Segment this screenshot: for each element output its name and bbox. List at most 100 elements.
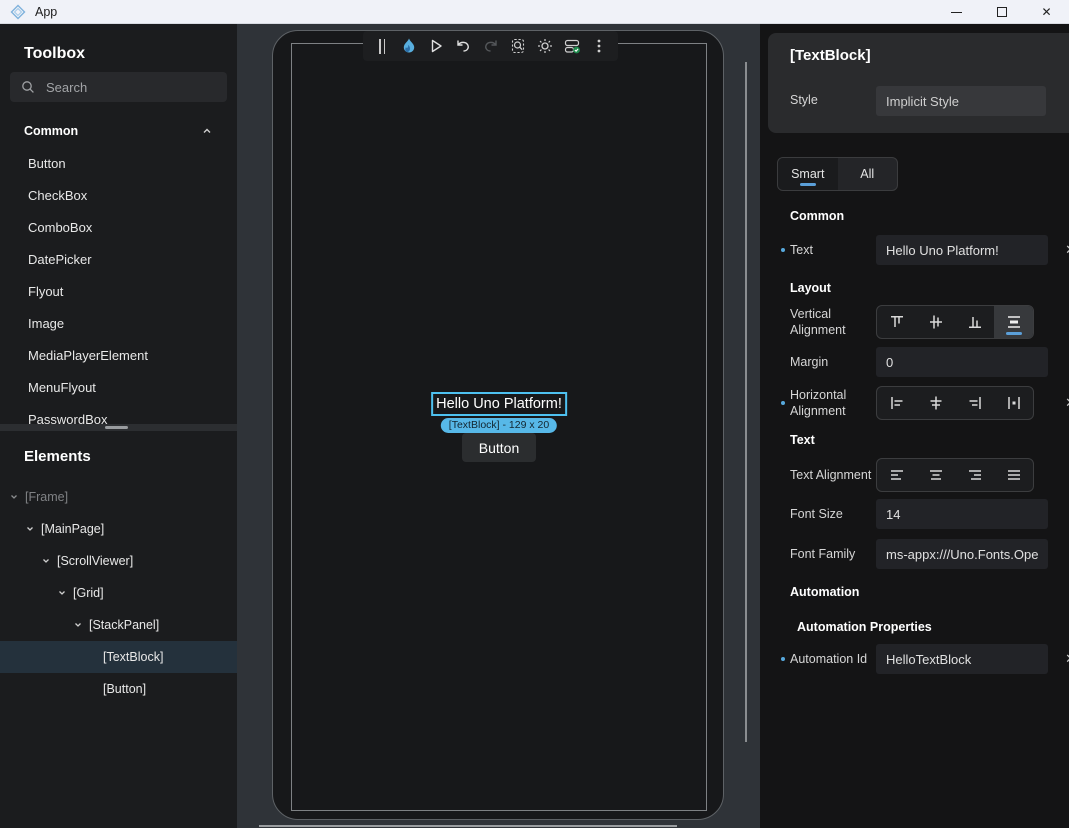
toolbox-item-menuflyout[interactable]: MenuFlyout (0, 371, 237, 403)
form-validation-icon[interactable] (560, 34, 584, 58)
section-layout: Layout (790, 280, 1069, 296)
font-size-label: Font Size (790, 506, 876, 522)
reset-property-icon[interactable]: ✕ (1065, 651, 1069, 667)
text-alignment-label: Text Alignment (790, 467, 876, 483)
minimize-icon (951, 12, 962, 13)
font-size-input[interactable] (876, 499, 1048, 529)
tree-node-frame[interactable]: [Frame] (0, 481, 237, 513)
textalign-justify-button[interactable] (994, 459, 1033, 491)
style-input[interactable] (876, 86, 1046, 116)
tree-node-scrollviewer[interactable]: [ScrollViewer] (0, 545, 237, 577)
close-button[interactable]: ✕ (1024, 0, 1069, 24)
property-row-font-family: Font Family (790, 539, 1069, 569)
elements-title: Elements (24, 448, 237, 466)
property-row-text: Text ✕ (790, 235, 1069, 265)
toolbox-item-flyout[interactable]: Flyout (0, 275, 237, 307)
toolbox-item-image[interactable]: Image (0, 307, 237, 339)
toolbox-item-combobox[interactable]: ComboBox (0, 211, 237, 243)
section-text: Text (790, 432, 1069, 448)
common-section-label: Common (24, 124, 78, 138)
property-row-margin: Margin (790, 347, 1069, 377)
elements-tree: [Frame] [MainPage] [ScrollViewer] [Grid]… (0, 481, 237, 705)
chevron-down-icon[interactable] (24, 523, 36, 535)
canvas-horizontal-scrollbar[interactable] (259, 825, 677, 827)
chevron-up-icon[interactable] (201, 125, 213, 137)
tree-node-grid[interactable]: [Grid] (0, 577, 237, 609)
maximize-button[interactable] (979, 0, 1024, 24)
more-options-icon[interactable] (587, 34, 611, 58)
toolbox-item-button[interactable]: Button (0, 147, 237, 179)
play-icon[interactable] (424, 34, 448, 58)
theme-toggle-icon[interactable] (533, 34, 557, 58)
tree-node-label: [StackPanel] (89, 618, 159, 632)
canvas-button-element[interactable]: Button (462, 433, 536, 462)
tree-node-label: [Button] (103, 682, 146, 696)
toolbox-section-common[interactable]: Common (24, 120, 213, 142)
tree-node-button[interactable]: [Button] (0, 673, 237, 705)
value-set-dot (781, 657, 785, 661)
selection-size-badge: [TextBlock] - 129 x 20 (441, 418, 557, 433)
chevron-down-icon[interactable] (8, 491, 20, 503)
chevron-down-icon[interactable] (40, 555, 52, 567)
inspector-tabs: Smart All (777, 157, 898, 191)
section-common: Common (790, 208, 1069, 224)
halign-right-button[interactable] (955, 387, 994, 419)
tree-node-stackpanel[interactable]: [StackPanel] (0, 609, 237, 641)
search-icon (20, 79, 36, 95)
vertical-alignment-group (876, 305, 1034, 339)
left-sidebar: Toolbox Common Button CheckBox ComboBox … (0, 24, 237, 828)
tree-node-label: [MainPage] (41, 522, 104, 536)
search-input[interactable] (46, 80, 222, 95)
toolbox-item-datepicker[interactable]: DatePicker (0, 243, 237, 275)
automation-id-input[interactable] (876, 644, 1048, 674)
margin-label: Margin (790, 354, 876, 370)
chevron-down-icon[interactable] (56, 587, 68, 599)
drag-handle-icon[interactable] (370, 34, 394, 58)
active-tab-indicator (800, 183, 816, 186)
tree-node-textblock-selected[interactable]: [TextBlock] (0, 641, 237, 673)
app-window: App ✕ Toolbox Common (0, 0, 1069, 828)
section-automation: Automation (790, 584, 1069, 600)
tree-node-label: [TextBlock] (103, 650, 163, 664)
reset-property-icon[interactable]: ✕ (1065, 395, 1069, 411)
scrollbar-thumb[interactable] (105, 426, 128, 429)
redo-icon[interactable] (479, 34, 503, 58)
tree-node-mainpage[interactable]: [MainPage] (0, 513, 237, 545)
halign-stretch-button[interactable] (994, 387, 1033, 419)
halign-center-button[interactable] (916, 387, 955, 419)
vertical-alignment-label: Vertical Alignment (790, 306, 876, 339)
property-list: Common Text ✕ Layout Vertical Alignment (760, 191, 1069, 674)
close-icon: ✕ (1041, 6, 1051, 18)
valign-stretch-button[interactable] (994, 306, 1033, 338)
tab-all[interactable]: All (838, 158, 898, 190)
tab-smart[interactable]: Smart (778, 158, 838, 190)
reset-property-icon[interactable]: ✕ (1065, 242, 1069, 258)
toolbox-title: Toolbox (24, 44, 237, 63)
tab-smart-label: Smart (791, 167, 824, 181)
property-row-font-size: Font Size (790, 499, 1069, 529)
margin-input[interactable] (876, 347, 1048, 377)
font-family-input[interactable] (876, 539, 1048, 569)
valign-center-button[interactable] (916, 306, 955, 338)
canvas-textblock-selected[interactable]: Hello Uno Platform! (431, 392, 567, 416)
inspect-element-icon[interactable] (506, 34, 530, 58)
textalign-left-button[interactable] (877, 459, 916, 491)
canvas-vertical-scrollbar[interactable] (745, 62, 747, 742)
canvas-toolbar (363, 31, 618, 61)
textalign-center-button[interactable] (916, 459, 955, 491)
text-input[interactable] (876, 235, 1048, 265)
minimize-button[interactable] (934, 0, 979, 24)
automation-properties-subheader: Automation Properties (797, 619, 1069, 635)
horizontal-alignment-label: Horizontal Alignment (790, 387, 876, 420)
textalign-right-button[interactable] (955, 459, 994, 491)
undo-icon[interactable] (451, 34, 475, 58)
toolbox-item-checkbox[interactable]: CheckBox (0, 179, 237, 211)
hot-design-flame-icon[interactable] (397, 34, 421, 58)
valign-bottom-button[interactable] (955, 306, 994, 338)
toolbox-horizontal-scrollbar[interactable] (0, 424, 237, 431)
halign-left-button[interactable] (877, 387, 916, 419)
toolbox-item-mediaplayerelement[interactable]: MediaPlayerElement (0, 339, 237, 371)
valign-top-button[interactable] (877, 306, 916, 338)
toolbox-search[interactable] (10, 72, 227, 102)
chevron-down-icon[interactable] (72, 619, 84, 631)
